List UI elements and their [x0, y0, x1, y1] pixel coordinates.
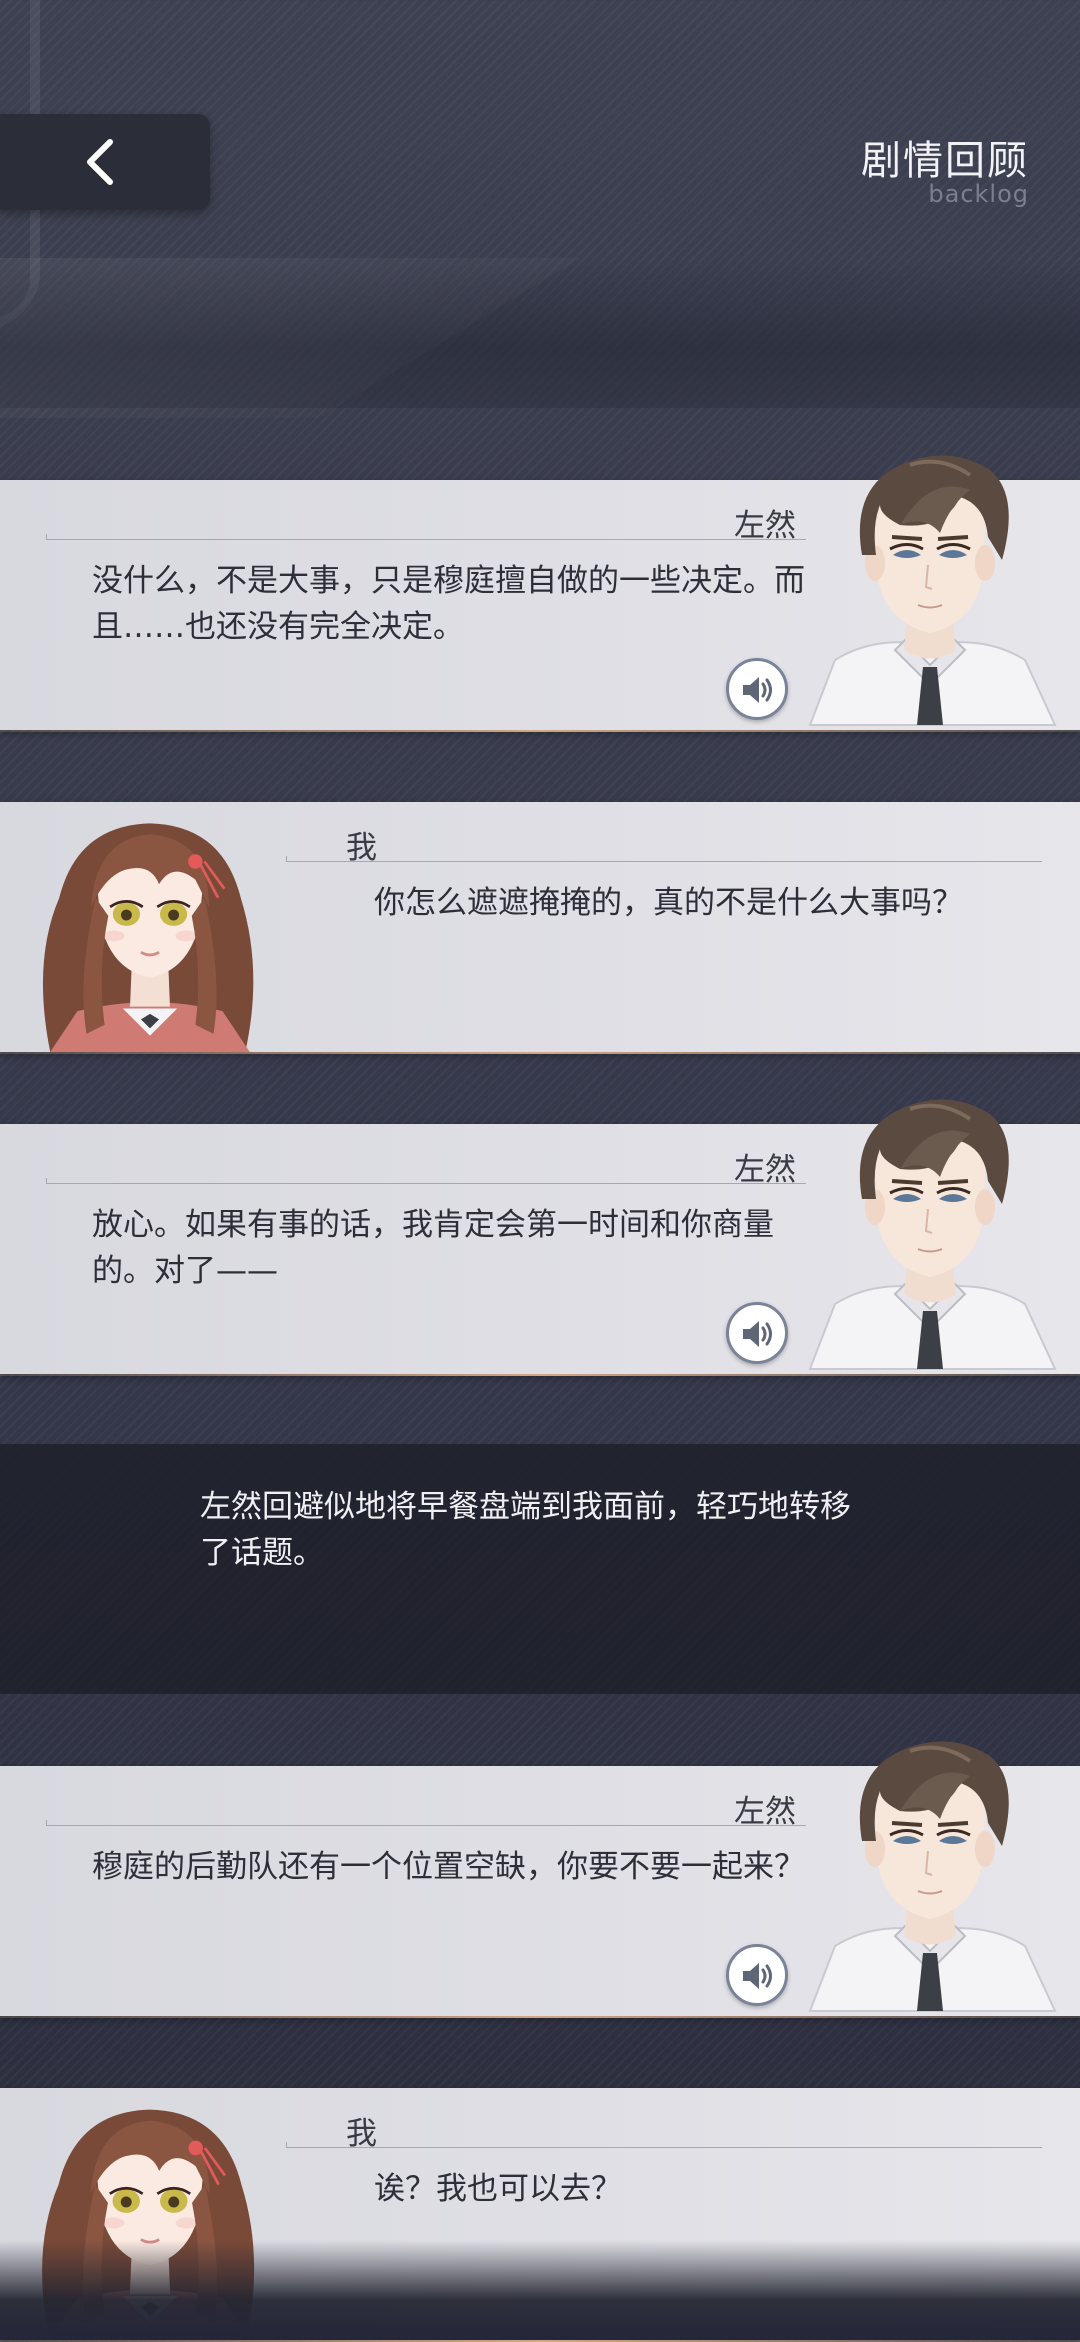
name-divider	[286, 856, 1042, 862]
speaker-icon	[737, 670, 777, 710]
narration-block: 左然回避似地将早餐盘端到我面前，轻巧地转移了话题。	[0, 1444, 1080, 1694]
voice-replay-button[interactable]	[726, 1944, 788, 2006]
chevron-left-icon	[87, 139, 113, 185]
name-divider	[286, 2142, 1042, 2148]
name-divider	[46, 534, 806, 540]
page-title: 剧情回顾	[861, 138, 1029, 184]
dialogue-text: 你怎么遮遮掩掩的，真的不是什么大事吗？	[374, 885, 963, 921]
back-button[interactable]	[0, 114, 210, 210]
dialogue-card-zuoran-3: 左然 穆庭的后勤队还有一个位置空缺，你要不要一起来？	[0, 1766, 1080, 2018]
voice-replay-button[interactable]	[726, 658, 788, 720]
voice-replay-button[interactable]	[726, 1302, 788, 1364]
zuoran-portrait	[780, 1084, 1080, 1374]
dialogue-text: 诶？我也可以去？	[374, 2171, 622, 2207]
player-portrait	[0, 798, 300, 1052]
zuoran-portrait	[780, 1726, 1080, 2016]
page-subtitle: backlog	[928, 180, 1029, 208]
zuoran-portrait	[780, 440, 1080, 730]
speaker-icon	[737, 1314, 777, 1354]
dialogue-text: 放心。如果有事的话，我肯定会第一时间和你商量的。对了——	[92, 1207, 774, 1289]
speaker-name: 我	[346, 2116, 377, 2152]
dialogue-text: 穆庭的后勤队还有一个位置空缺，你要不要一起来？	[92, 1849, 805, 1885]
dialogue-card-me-1: 我 你怎么遮遮掩掩的，真的不是什么大事吗？	[0, 802, 1080, 1054]
speaker-icon	[737, 1956, 777, 1996]
dialogue-card-zuoran-1: 左然 没什么，不是大事，只是穆庭擅自做的一些决定。而且……也还没有完全决定。	[0, 480, 1080, 732]
name-divider	[46, 1820, 806, 1826]
bottom-fade-overlay	[0, 2240, 1080, 2340]
dialogue-text: 没什么，不是大事，只是穆庭擅自做的一些决定。而且……也还没有完全决定。	[92, 563, 805, 645]
speaker-name: 我	[346, 830, 377, 866]
dialogue-card-zuoran-2: 左然 放心。如果有事的话，我肯定会第一时间和你商量的。对了——	[0, 1124, 1080, 1376]
narration-text: 左然回避似地将早餐盘端到我面前，轻巧地转移了话题。	[200, 1489, 851, 1571]
name-divider	[46, 1178, 806, 1184]
